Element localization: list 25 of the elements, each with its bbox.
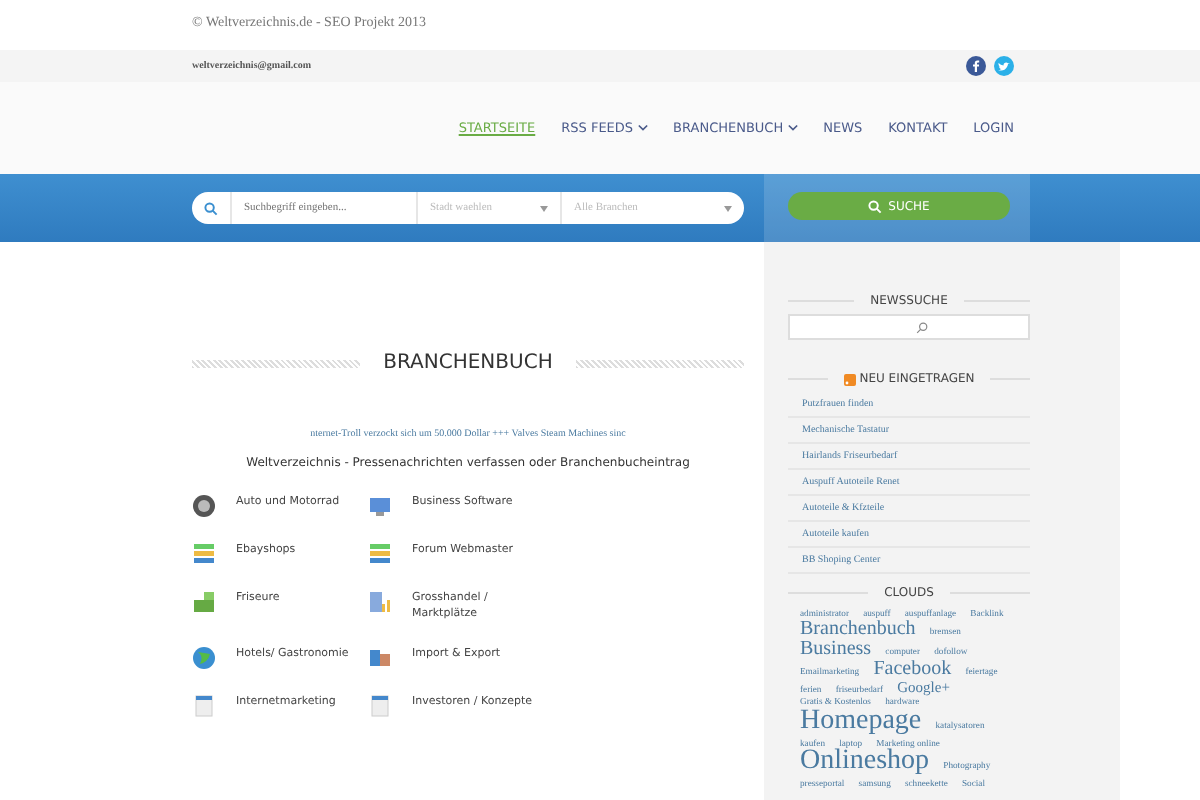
document-icon: [368, 694, 392, 718]
news-search-field[interactable]: [788, 314, 1030, 340]
section-heading: BRANCHENBUCH: [383, 352, 553, 374]
wheel-icon: [192, 494, 216, 518]
search-icon: [204, 201, 218, 215]
document-icon: [192, 694, 216, 718]
search-icon: [868, 199, 883, 213]
globe-icon: [192, 646, 216, 670]
facebook-icon[interactable]: [966, 56, 986, 76]
bar-chart-icon: [368, 590, 392, 614]
tag-link[interactable]: Facebook: [873, 659, 952, 680]
stack-icon: [192, 542, 216, 566]
tag-link[interactable]: Business: [800, 639, 872, 660]
twitter-icon[interactable]: [994, 56, 1014, 76]
blocks-icon: [192, 590, 216, 614]
caret-icon: [724, 205, 732, 211]
boxes-icon: [368, 646, 392, 670]
caret-icon: [540, 205, 548, 211]
tag-link[interactable]: Homepage: [800, 707, 922, 736]
monitor-icon: [368, 494, 392, 518]
tag-link[interactable]: Branchenbuch: [800, 619, 916, 640]
tag-link[interactable]: Onlineshop: [800, 748, 930, 777]
search-icon: [916, 321, 928, 333]
stack-icon: [368, 542, 392, 566]
rss-icon: [843, 373, 856, 385]
